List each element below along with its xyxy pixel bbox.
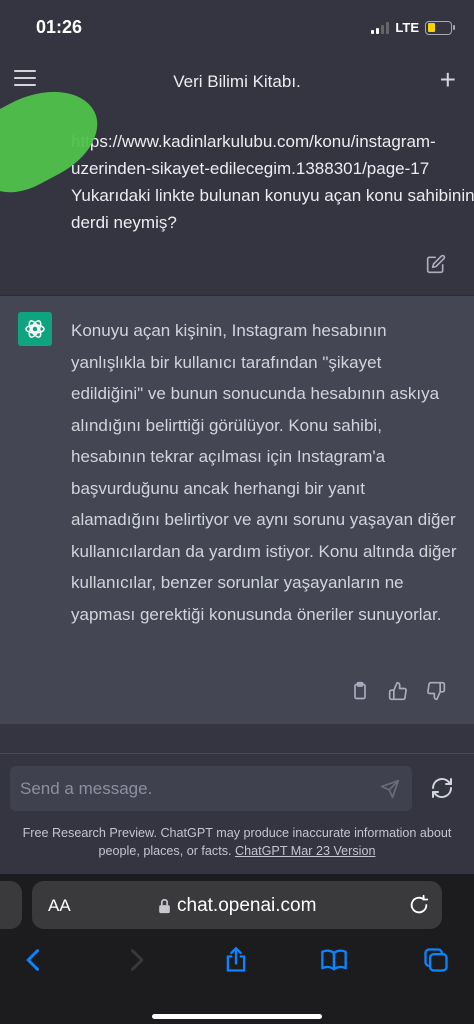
version-link[interactable]: ChatGPT Mar 23 Version	[235, 844, 375, 858]
send-icon[interactable]	[380, 779, 400, 799]
message-input[interactable]	[20, 766, 360, 811]
address-bar[interactable]: AA chat.openai.com	[32, 881, 442, 929]
battery-icon	[425, 20, 455, 35]
clipboard-icon[interactable]	[350, 681, 370, 701]
new-chat-plus-icon[interactable]: +	[440, 66, 456, 94]
message-input-box	[10, 766, 412, 811]
forward-chevron-icon[interactable]	[122, 946, 150, 974]
reader-aa-button[interactable]: AA	[48, 896, 71, 916]
assistant-message: Konuyu açan kişinin, Instagram hesabının…	[0, 296, 474, 724]
bookmarks-icon[interactable]	[320, 946, 348, 974]
lock-icon	[159, 898, 170, 914]
status-bar: 01:26 LTE	[0, 0, 474, 58]
share-icon[interactable]	[222, 946, 250, 974]
composer: Free Research Preview. ChatGPT may produ…	[0, 754, 474, 874]
edit-icon[interactable]	[426, 254, 446, 274]
openai-logo-icon	[18, 312, 52, 346]
reload-icon[interactable]	[408, 894, 430, 916]
thumbs-up-icon[interactable]	[388, 681, 408, 701]
signal-icon	[371, 21, 390, 34]
disclaimer: Free Research Preview. ChatGPT may produ…	[0, 824, 474, 860]
url-text: chat.openai.com	[177, 895, 317, 916]
status-time: 01:26	[36, 17, 83, 37]
network-label: LTE	[395, 20, 419, 35]
url-display[interactable]: chat.openai.com	[158, 895, 316, 917]
user-message-text: https://www.kadinlarkulubu.com/konu/inst…	[71, 132, 474, 232]
status-indicators: LTE	[371, 20, 455, 35]
chat-title: Veri Bilimi Kitabı.	[173, 72, 301, 91]
browser-chrome: AA chat.openai.com	[0, 874, 474, 1024]
message-spacer	[0, 724, 474, 754]
regenerate-icon[interactable]	[430, 776, 454, 800]
previous-tab-preview[interactable]	[0, 881, 22, 929]
back-chevron-icon[interactable]	[20, 946, 48, 974]
feedback-actions	[350, 681, 446, 701]
home-indicator	[152, 1014, 322, 1019]
thumbs-down-icon[interactable]	[426, 681, 446, 701]
tabs-icon[interactable]	[422, 946, 450, 974]
assistant-message-text: Konuyu açan kişinin, Instagram hesabının…	[71, 321, 457, 624]
browser-toolbar	[0, 944, 474, 984]
